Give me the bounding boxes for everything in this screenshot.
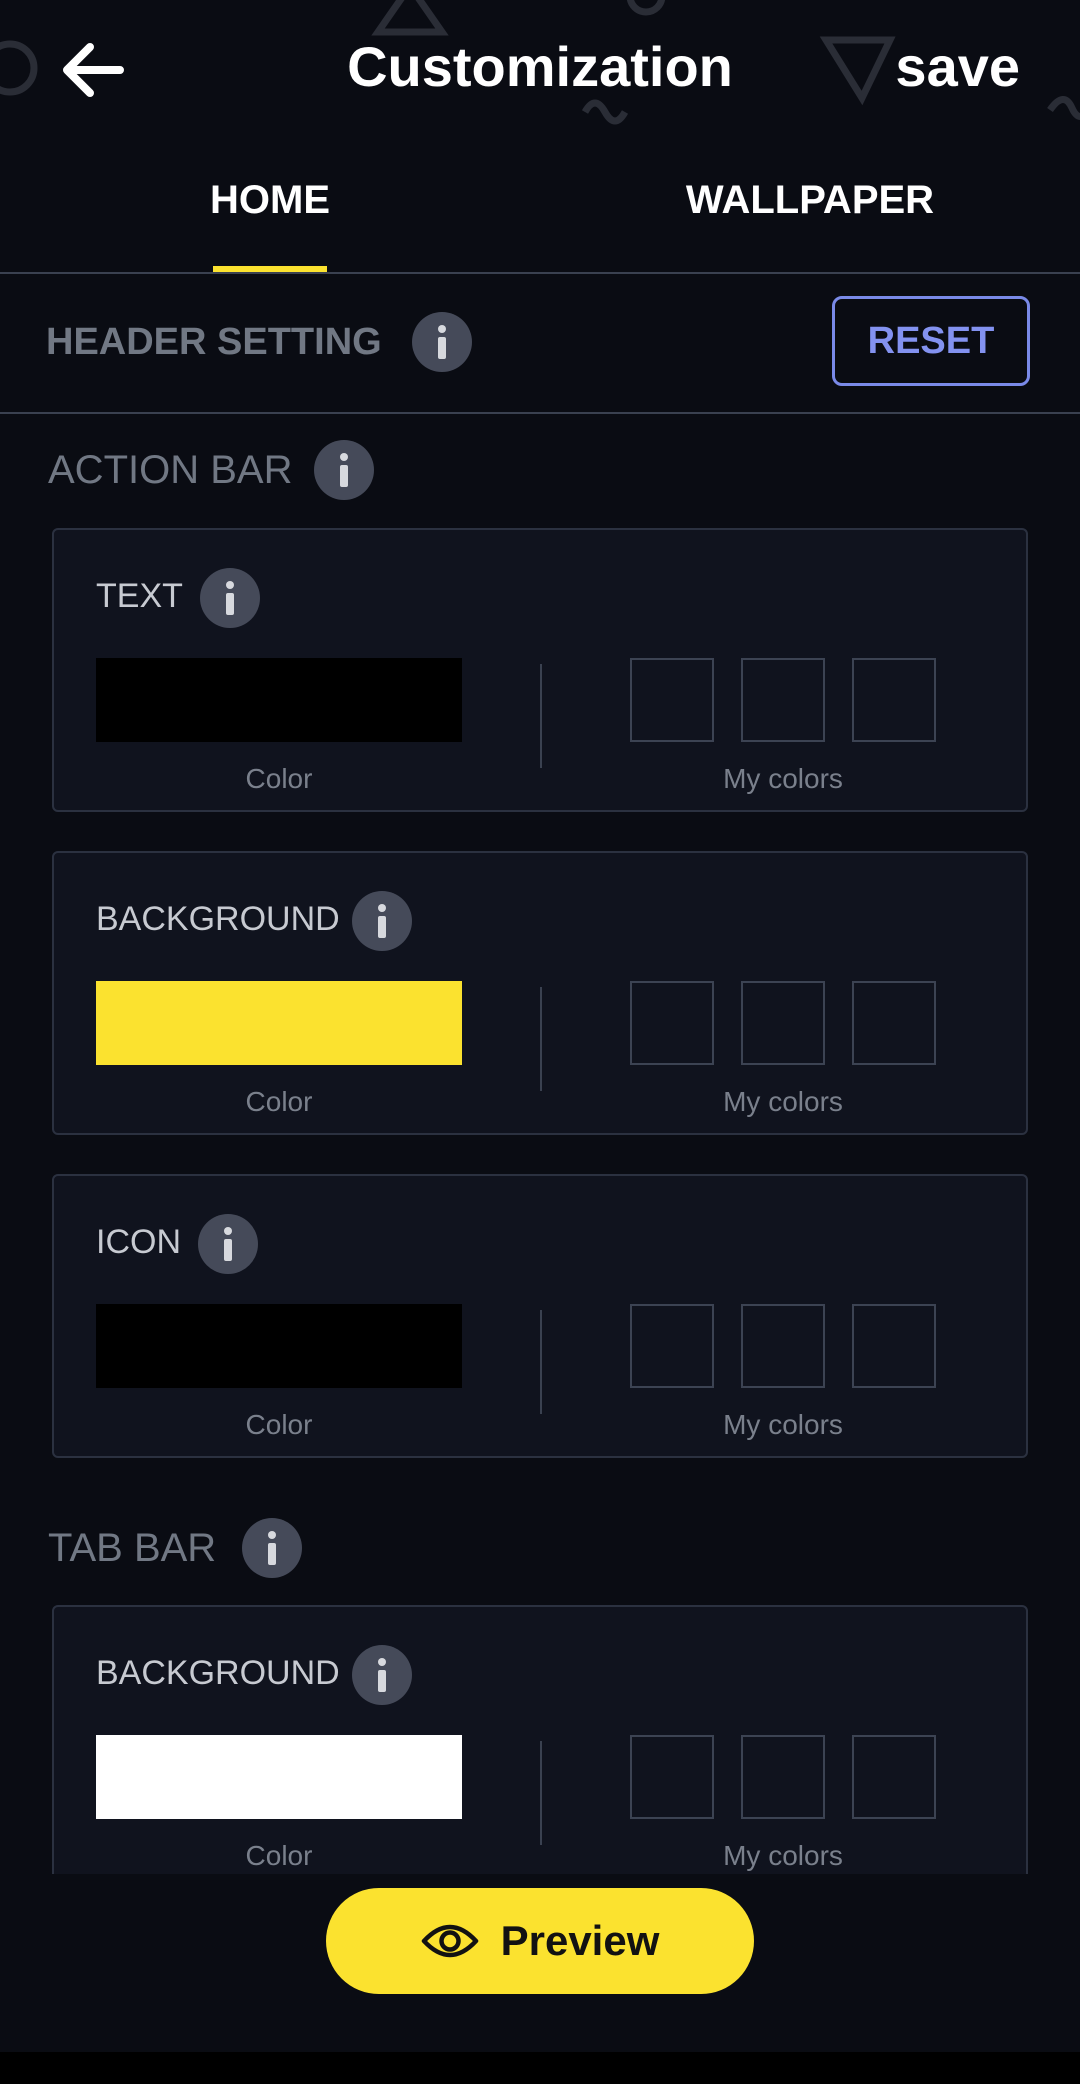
info-glyph	[378, 1658, 386, 1692]
my-colors-caption: My colors	[723, 1840, 843, 1871]
color-card-action-bar-text: TEXT Color My colors	[52, 528, 1028, 812]
info-icon[interactable]	[412, 312, 472, 372]
color-caption: Color	[245, 1840, 313, 1871]
info-icon[interactable]	[314, 440, 374, 500]
save-button[interactable]: save	[895, 34, 1020, 100]
info-icon[interactable]	[198, 1214, 258, 1274]
info-glyph	[226, 581, 234, 615]
reset-button[interactable]: RESET	[832, 296, 1030, 386]
tab-home[interactable]: HOME	[70, 176, 470, 224]
color-swatch[interactable]	[96, 658, 462, 742]
info-icon[interactable]	[352, 891, 412, 951]
info-glyph	[268, 1531, 276, 1565]
my-color-slot[interactable]	[741, 981, 825, 1065]
card-label: BACKGROUND	[96, 1654, 340, 1692]
my-color-slot[interactable]	[852, 981, 936, 1065]
vertical-divider	[540, 987, 542, 1091]
active-tab-indicator	[213, 266, 327, 272]
my-color-slot[interactable]	[630, 1304, 714, 1388]
color-caption: Color	[245, 763, 313, 794]
color-caption: Color	[245, 1409, 313, 1440]
my-color-slot[interactable]	[852, 1304, 936, 1388]
my-color-slot[interactable]	[630, 1735, 714, 1819]
card-label: ICON	[96, 1223, 181, 1261]
color-card-action-bar-background: BACKGROUND Color My colors	[52, 851, 1028, 1135]
header-setting-row: HEADER SETTING RESET	[0, 274, 1080, 414]
my-color-slot[interactable]	[630, 981, 714, 1065]
info-icon[interactable]	[200, 568, 260, 628]
color-swatch[interactable]	[96, 981, 462, 1065]
info-glyph	[224, 1227, 232, 1261]
info-glyph	[438, 325, 446, 359]
section-label-action-bar: ACTION BAR	[48, 448, 293, 492]
info-glyph	[340, 453, 348, 487]
vertical-divider	[540, 1310, 542, 1414]
color-card-action-bar-icon: ICON Color My colors	[52, 1174, 1028, 1458]
my-color-slot[interactable]	[741, 658, 825, 742]
my-color-slot[interactable]	[852, 658, 936, 742]
info-icon[interactable]	[352, 1645, 412, 1705]
my-color-slot[interactable]	[741, 1735, 825, 1819]
my-color-slot[interactable]	[630, 658, 714, 742]
color-caption: Color	[245, 1086, 313, 1117]
card-label: BACKGROUND	[96, 900, 340, 938]
preview-label: Preview	[500, 1917, 660, 1964]
header-setting-label: HEADER SETTING	[46, 321, 382, 363]
preview-button[interactable]: Preview	[326, 1888, 754, 1994]
my-colors-caption: My colors	[723, 1086, 843, 1117]
card-label: TEXT	[96, 577, 183, 615]
tab-wallpaper[interactable]: WALLPAPER	[610, 176, 1010, 224]
my-color-slot[interactable]	[852, 1735, 936, 1819]
vertical-divider	[540, 664, 542, 768]
system-nav-bar	[0, 2052, 1080, 2084]
top-app-bar: Customization save	[0, 0, 1080, 136]
eye-icon	[421, 1924, 478, 1958]
info-icon[interactable]	[242, 1518, 302, 1578]
my-colors-caption: My colors	[723, 763, 843, 794]
vertical-divider	[540, 1741, 542, 1845]
info-glyph	[378, 904, 386, 938]
section-label-tab-bar: TAB BAR	[48, 1526, 217, 1570]
my-colors-caption: My colors	[723, 1409, 843, 1440]
color-swatch[interactable]	[96, 1735, 462, 1819]
color-swatch[interactable]	[96, 1304, 462, 1388]
tab-bar: HOME WALLPAPER	[0, 136, 1080, 274]
color-card-tab-bar-background: BACKGROUND Color My colors	[52, 1605, 1028, 1889]
my-color-slot[interactable]	[741, 1304, 825, 1388]
